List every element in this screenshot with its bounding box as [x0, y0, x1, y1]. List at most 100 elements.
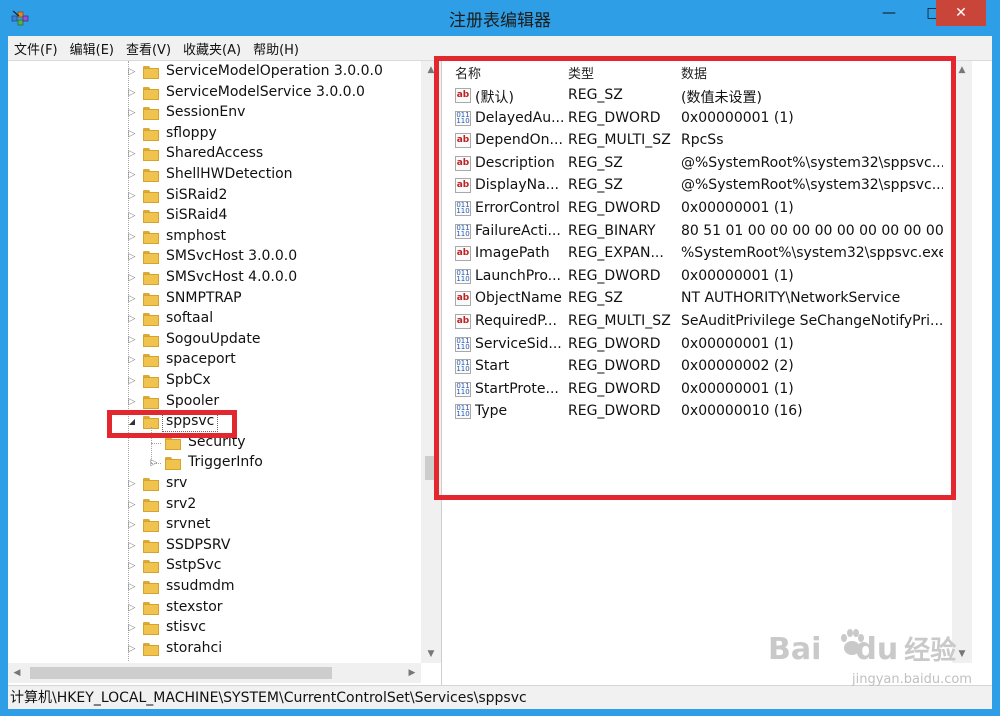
scroll-left-icon[interactable]: ◀ [8, 663, 26, 683]
tree-item[interactable]: ▷ SogouUpdate [8, 330, 420, 350]
tree-item[interactable]: ▷ smphost [8, 227, 420, 247]
tree-item-label: SiSRaid2 [166, 186, 228, 203]
tree-item[interactable]: ▷ SMSvcHost 4.0.0.0 [8, 268, 420, 288]
tree-item[interactable]: ▷ ServiceModelOperation 3.0.0.0 [8, 62, 420, 82]
highlight-box-sppsvc [107, 410, 237, 438]
folder-icon [143, 498, 159, 512]
expand-arrow-icon[interactable]: ▷ [127, 294, 137, 304]
scroll-down-icon[interactable]: ▼ [421, 645, 441, 663]
tree-item[interactable]: ▷ srv [8, 474, 420, 494]
tree-item[interactable]: ▷ SpbCx [8, 371, 420, 391]
tree-item-label: SogouUpdate [166, 330, 261, 347]
expand-arrow-icon[interactable]: ▷ [127, 211, 137, 221]
status-bar: 计算机\HKEY_LOCAL_MACHINE\SYSTEM\CurrentCon… [8, 685, 992, 709]
tree-item[interactable]: ▷ stisvc [8, 618, 420, 638]
folder-icon [143, 313, 159, 327]
expand-arrow-icon[interactable]: ▷ [127, 355, 137, 365]
tree-item[interactable]: ▷ Spooler [8, 392, 420, 412]
tree-item[interactable]: ▷ TriggerInfo [8, 453, 420, 473]
expand-arrow-icon[interactable]: ▷ [127, 644, 137, 654]
menu-edit[interactable]: 编辑(E) [64, 39, 120, 58]
expand-arrow-icon[interactable]: ▷ [127, 397, 137, 407]
tree-item-label: srvnet [166, 516, 211, 533]
tree-item-label: Spooler [166, 392, 220, 409]
expand-arrow-icon[interactable]: ▷ [127, 376, 137, 386]
minimize-button[interactable]: — [874, 0, 904, 26]
expand-arrow-icon[interactable]: ▷ [127, 273, 137, 283]
scroll-thumb[interactable] [30, 667, 332, 679]
menu-favorites[interactable]: 收藏夹(A) [177, 39, 247, 58]
expand-arrow-icon[interactable]: ▷ [127, 479, 137, 489]
tree-item-label: ssudmdm [166, 578, 235, 594]
tree-item[interactable]: ▷ SNMPTRAP [8, 289, 420, 309]
scroll-right-icon[interactable]: ▶ [403, 663, 421, 683]
tree-item[interactable]: ▷ SessionEnv [8, 103, 420, 123]
expand-arrow-icon[interactable]: ▷ [127, 520, 137, 530]
paw-icon [841, 629, 864, 655]
tree-item[interactable]: ▷ SMSvcHost 3.0.0.0 [8, 247, 420, 267]
expand-arrow-icon[interactable]: ▷ [127, 541, 137, 551]
folder-icon [143, 622, 159, 636]
tree-item-label: SiSRaid4 [166, 207, 228, 224]
expand-arrow-icon[interactable]: ▷ [127, 232, 137, 242]
tree-item[interactable]: ▷ ServiceModelService 3.0.0.0 [8, 83, 420, 103]
folder-icon [143, 127, 159, 141]
expand-arrow-icon[interactable]: ▷ [127, 88, 137, 98]
folder-icon [143, 642, 159, 656]
folder-icon [143, 189, 159, 203]
tree-item[interactable]: ▷ storahci [8, 639, 420, 659]
tree-item[interactable]: ▷ SharedAccess [8, 144, 420, 164]
tree-item[interactable]: ▷ ShellHWDetection [8, 165, 420, 185]
expand-arrow-icon[interactable]: ▷ [127, 108, 137, 118]
tree-item-label: storahci [166, 639, 223, 656]
expand-arrow-icon[interactable]: ▷ [127, 623, 137, 633]
folder-icon [143, 581, 159, 594]
folder-icon [143, 354, 159, 368]
menu-view[interactable]: 查看(V) [120, 39, 177, 58]
tree-item[interactable]: ▷ srvnet [8, 515, 420, 535]
tree-item[interactable]: ▷ softaal [8, 309, 420, 329]
tree-horizontal-scrollbar[interactable]: ◀ ▶ [8, 663, 421, 683]
expand-arrow-icon[interactable]: ▷ [127, 335, 137, 345]
folder-icon [143, 107, 159, 121]
tree-item[interactable]: ▷ SiSRaid4 [8, 206, 420, 226]
title-bar[interactable]: 注册表编辑器 — □ ✕ [0, 0, 1000, 36]
expand-arrow-icon[interactable]: ▷ [127, 561, 137, 571]
expand-arrow-icon[interactable]: ▷ [127, 252, 137, 262]
expand-arrow-icon[interactable]: ▷ [127, 129, 137, 139]
folder-icon [165, 457, 181, 471]
folder-icon [143, 601, 159, 615]
watermark-cn: 经验 [904, 636, 957, 666]
expand-arrow-icon[interactable]: ▷ [127, 603, 137, 613]
tree-item[interactable]: ▷ SiSRaid2 [8, 186, 420, 206]
tree-item[interactable]: ▷ SSDPSRV [8, 536, 420, 556]
watermark-url: jingyan.baidu.com [852, 672, 972, 687]
expand-arrow-icon[interactable]: ▷ [127, 314, 137, 324]
expand-arrow-icon[interactable]: ▷ [127, 500, 137, 510]
tree-guide-line [151, 463, 161, 465]
expand-arrow-icon[interactable]: ▷ [127, 191, 137, 201]
expand-arrow-icon[interactable]: ▷ [127, 582, 137, 592]
tree-item[interactable]: ▷ ssudmdm [8, 577, 420, 597]
tree-item[interactable]: ▷ SstpSvc [8, 556, 420, 576]
folder-icon [143, 251, 159, 265]
folder-icon [143, 272, 159, 285]
tree-item-label: SMSvcHost 4.0.0.0 [166, 269, 298, 285]
expand-arrow-icon[interactable]: ▷ [127, 149, 137, 159]
tree-item-label: softaal [166, 310, 214, 327]
tree-item[interactable]: ▷ sfloppy [8, 124, 420, 144]
folder-icon [143, 230, 159, 244]
menu-help[interactable]: 帮助(H) [247, 39, 305, 58]
tree-item[interactable]: ▷ stexstor [8, 598, 420, 618]
watermark-brand: Bai [768, 632, 822, 667]
close-button[interactable]: ✕ [936, 0, 986, 26]
tree-item-label: SMSvcHost 3.0.0.0 [166, 248, 298, 265]
tree-item-label: srv2 [166, 495, 197, 512]
tree-item-label: SharedAccess [166, 145, 264, 162]
expand-arrow-icon[interactable]: ▷ [127, 67, 137, 77]
expand-arrow-icon[interactable]: ▷ [127, 170, 137, 180]
tree-item[interactable]: ▷ spaceport [8, 350, 420, 370]
menu-file[interactable]: 文件(F) [8, 39, 64, 58]
tree-item[interactable]: ▷ srv2 [8, 495, 420, 515]
key-tree[interactable]: ▲ ▼ ◀ ▶ ▷ ServiceModelOperation 3.0.0.0 ▷ S… [8, 61, 442, 685]
